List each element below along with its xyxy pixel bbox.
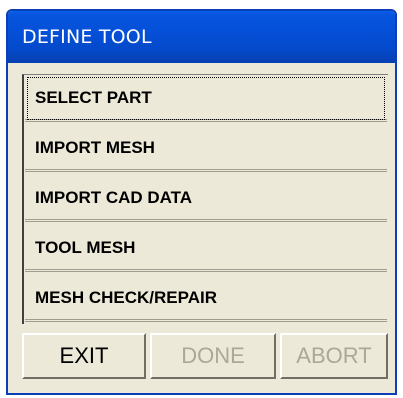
exit-button[interactable]: EXIT xyxy=(22,333,146,379)
define-tool-window: DEFINE TOOL SELECT PART IMPORT MESH IMPO… xyxy=(6,9,397,395)
menu-item-label: IMPORT MESH xyxy=(35,138,155,157)
title-bar[interactable]: DEFINE TOOL xyxy=(8,11,395,63)
abort-button[interactable]: ABORT xyxy=(280,333,388,379)
menu-item-import-mesh[interactable]: IMPORT MESH xyxy=(25,125,387,172)
menu-item-label: SELECT PART xyxy=(35,88,152,107)
menu-item-label: IMPORT CAD DATA xyxy=(35,188,193,207)
window-title: DEFINE TOOL xyxy=(22,26,152,48)
menu-item-label: TOOL MESH xyxy=(35,238,136,257)
menu-item-select-part[interactable]: SELECT PART xyxy=(25,75,387,122)
menu-item-label: MESH CHECK/REPAIR xyxy=(35,288,217,307)
menu-item-import-cad-data[interactable]: IMPORT CAD DATA xyxy=(25,175,387,222)
menu-item-tool-mesh[interactable]: TOOL MESH xyxy=(25,225,387,272)
menu-item-mesh-check-repair[interactable]: MESH CHECK/REPAIR xyxy=(25,275,387,322)
done-button[interactable]: DONE xyxy=(150,333,276,379)
menu-panel: SELECT PART IMPORT MESH IMPORT CAD DATA … xyxy=(22,74,388,324)
